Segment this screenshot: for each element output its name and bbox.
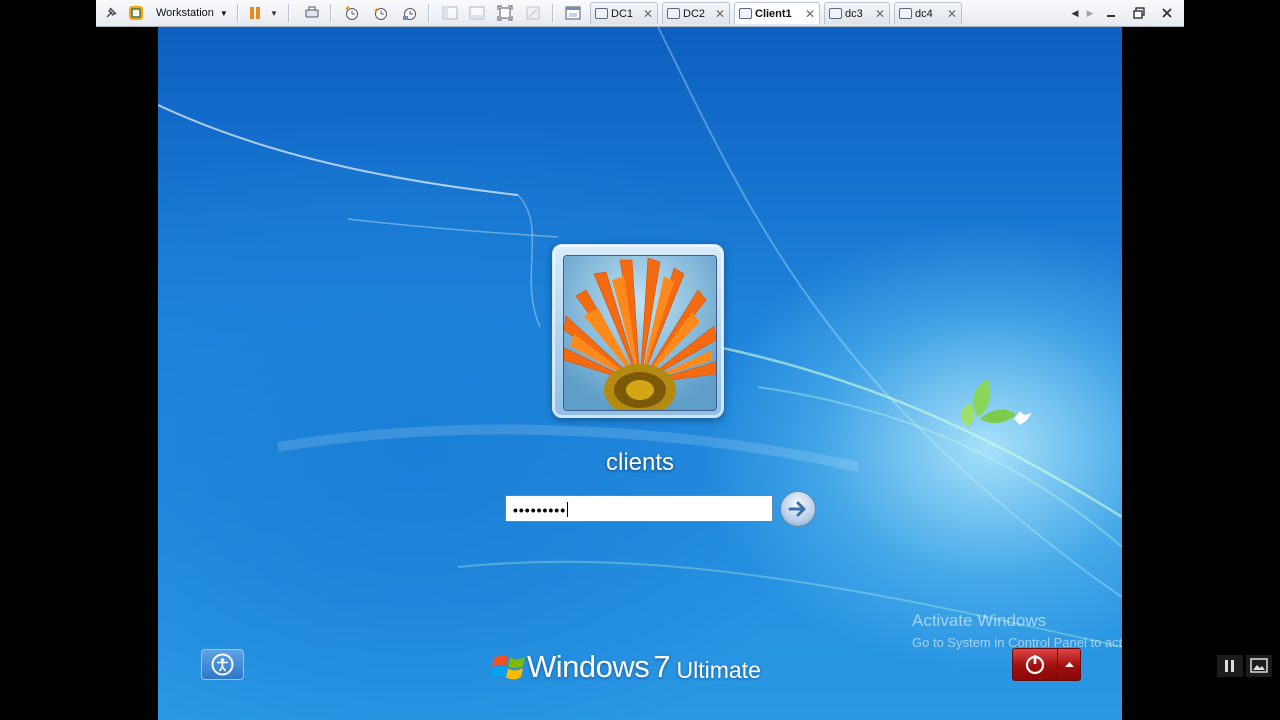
arrow-right-icon	[788, 501, 806, 517]
shutdown-options-button[interactable]	[1058, 649, 1080, 680]
tab-label: DC2	[683, 7, 706, 20]
scroll-tabs-right-icon[interactable]: ▶	[1083, 0, 1097, 26]
tab-label: dc4	[915, 7, 933, 20]
pin-icon[interactable]	[100, 0, 122, 26]
text-caret	[567, 502, 569, 517]
home-tab-icon[interactable]	[562, 0, 584, 26]
divider	[330, 4, 331, 22]
workstation-menu[interactable]: Workstation ▼	[150, 0, 232, 26]
snapshot-icon[interactable]	[341, 0, 363, 26]
close-icon[interactable]: ✕	[799, 7, 815, 21]
shutdown-button-group[interactable]	[1012, 648, 1081, 681]
show-library-icon[interactable]	[439, 0, 461, 26]
chevron-up-icon	[1065, 662, 1074, 667]
guest-logon-screen[interactable]: clients ••••••••• Windows 7 Ultimate Act…	[158, 27, 1122, 720]
username-label: clients	[605, 449, 675, 476]
tab-label: Client1	[755, 7, 792, 20]
snapshot-manager-icon[interactable]	[399, 0, 421, 26]
tab-client1[interactable]: Client1 ✕	[734, 2, 820, 24]
full-screen-icon[interactable]	[494, 0, 516, 26]
shutdown-button[interactable]	[1013, 649, 1058, 680]
power-icon	[1025, 655, 1045, 675]
submit-arrow-button[interactable]	[780, 491, 816, 527]
ease-of-access-button[interactable]	[201, 649, 244, 680]
windows-flag-icon	[491, 655, 525, 680]
tab-dc3[interactable]: dc3 ✕	[824, 2, 890, 24]
vm-icon	[899, 8, 912, 19]
scroll-tabs-left-icon[interactable]: ◀	[1068, 0, 1082, 26]
password-field[interactable]: •••••••••	[505, 495, 773, 522]
pause-playback-button[interactable]	[1217, 655, 1243, 677]
tab-dc2[interactable]: DC2 ✕	[662, 2, 730, 24]
close-icon[interactable]: ✕	[637, 7, 653, 21]
tab-dc1[interactable]: DC1 ✕	[590, 2, 658, 24]
pause-icon[interactable]	[244, 0, 266, 26]
product-edition: Ultimate	[676, 656, 761, 683]
minimize-icon[interactable]	[1100, 0, 1122, 26]
vmware-logo-icon[interactable]	[125, 0, 147, 26]
product-name: Windows	[527, 649, 650, 684]
close-icon[interactable]: ✕	[941, 7, 957, 21]
workstation-menu-label: Workstation	[156, 7, 214, 19]
vm-icon	[739, 8, 752, 19]
activate-windows-title: Activate Windows	[912, 611, 1047, 630]
vm-icon	[667, 8, 680, 19]
vm-icon	[595, 8, 608, 19]
close-icon[interactable]: ✕	[869, 7, 885, 21]
chevron-down-icon: ▼	[219, 8, 228, 18]
tab-label: dc3	[845, 7, 863, 20]
close-window-icon[interactable]	[1156, 0, 1178, 26]
close-icon[interactable]: ✕	[709, 7, 725, 21]
vm-icon	[829, 8, 842, 19]
vmware-toolbar: Workstation ▼ ▼ DC1 ✕ DC2 ✕ Client1 ✕ dc…	[96, 0, 1184, 27]
divider	[428, 4, 429, 22]
leaf-decoration-icon	[960, 379, 1016, 427]
restore-icon[interactable]	[1128, 0, 1150, 26]
tab-label: DC1	[611, 7, 634, 20]
orange-flower-picture	[563, 255, 717, 411]
show-thumbnail-bar-icon[interactable]	[466, 0, 488, 26]
product-version: 7	[653, 649, 671, 684]
unity-icon[interactable]	[522, 0, 544, 26]
pause-icon	[1225, 660, 1234, 672]
windows-7-branding: Windows 7 Ultimate	[491, 647, 761, 687]
user-avatar[interactable]	[552, 244, 724, 418]
ease-of-access-icon	[211, 653, 234, 676]
revert-snapshot-icon[interactable]	[370, 0, 392, 26]
divider	[552, 4, 553, 22]
password-mask: •••••••••	[513, 502, 567, 518]
picture-icon	[1250, 658, 1268, 673]
tab-dc4[interactable]: dc4 ✕	[894, 2, 962, 24]
send-ctrl-alt-del-icon[interactable]	[301, 0, 323, 26]
bird-icon	[1014, 411, 1032, 425]
divider	[288, 4, 289, 22]
divider	[237, 4, 238, 22]
power-menu-chevron-icon[interactable]: ▼	[267, 0, 281, 26]
screen-view-button[interactable]	[1246, 655, 1272, 677]
